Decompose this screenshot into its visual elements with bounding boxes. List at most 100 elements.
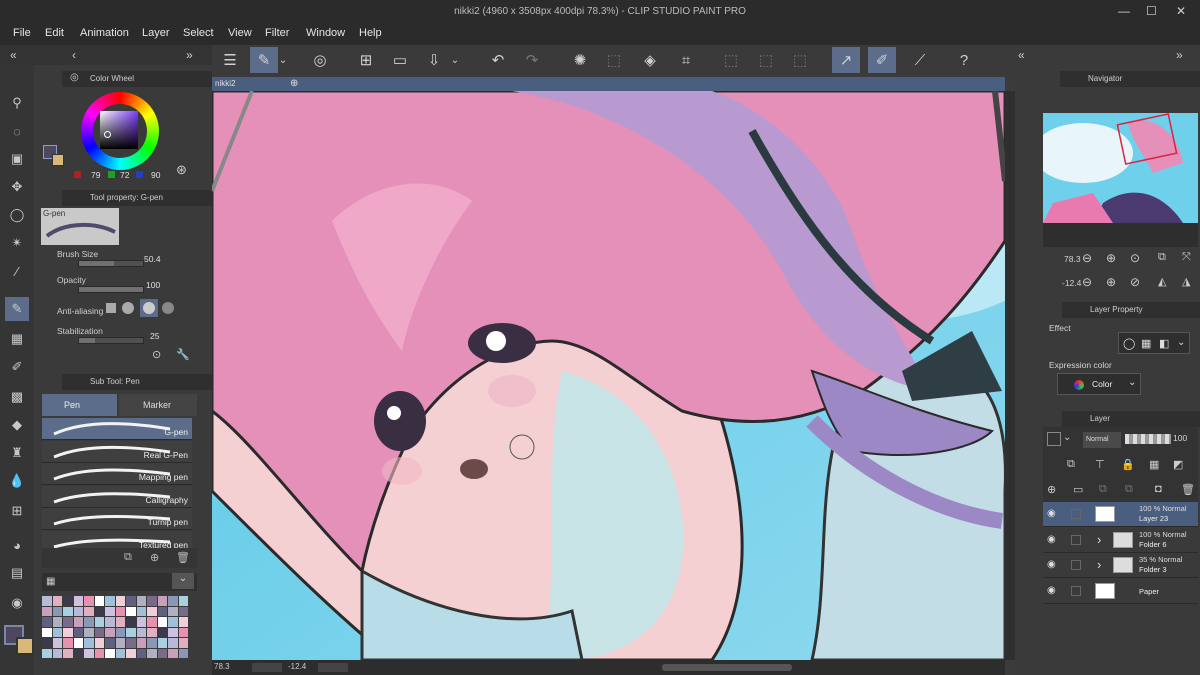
palette-swatch[interactable] [42,617,52,627]
expand-folder-icon[interactable]: › [1097,557,1101,572]
palette-swatch[interactable] [94,606,104,616]
brush-size-value[interactable]: 50.4 [144,254,161,264]
palette-swatch[interactable] [63,638,73,648]
fit-window-icon[interactable]: ⤧ [1182,251,1191,264]
palette-swatch[interactable] [105,606,115,616]
layer-color-effect-icon[interactable]: ◧ [1159,337,1169,350]
combine-down-icon[interactable]: ⧉ [1125,483,1133,496]
pen-tool-icon[interactable]: ✎ [5,297,29,321]
visibility-eye-icon[interactable]: ◉ [1047,534,1056,545]
airbrush-tool-icon[interactable]: ▩ [5,385,29,409]
palette-swatch[interactable] [84,617,94,627]
nav-rotation-value[interactable]: -12.4 [1062,278,1081,288]
drawing-canvas[interactable] [212,91,1005,660]
palette-swatch[interactable] [42,648,52,658]
palette-swatch[interactable] [105,648,115,658]
sub-tool-item[interactable]: G-pen [42,418,192,440]
palette-swatch[interactable] [157,606,167,616]
flip-horizontal-icon[interactable]: ⧉ [1158,251,1166,264]
gradient-tool-icon[interactable]: ▤ [5,561,29,585]
palette-swatch[interactable] [94,596,104,606]
chevron-left-icon[interactable]: ‹ [72,48,76,62]
layer-row[interactable]: ◉ 100 % Normal Layer 23 [1043,502,1198,527]
palette-swatch[interactable] [52,627,62,637]
sub-tool-item[interactable]: Textured pen [42,530,192,548]
palette-swatch[interactable] [126,648,136,658]
aa-weak[interactable] [122,302,134,314]
palette-swatch[interactable] [84,648,94,658]
palette-swatch[interactable] [115,627,125,637]
border-effect-icon[interactable]: ◯ [1123,337,1135,350]
expand-folder-icon[interactable]: › [1097,532,1101,547]
palette-swatch[interactable] [63,617,73,627]
palette-swatch[interactable] [105,627,115,637]
palette-swatch[interactable] [115,648,125,658]
layer-lock-toggle[interactable] [1071,560,1081,570]
palette-swatch[interactable] [52,596,62,606]
palette-swatch[interactable] [157,627,167,637]
color-wheel-tab-icon[interactable]: ◎ [70,72,79,83]
palette-swatch[interactable] [136,596,146,606]
palette-swatch[interactable] [147,648,157,658]
move-tool-icon[interactable]: ✥ [5,175,29,199]
transform-icon[interactable]: ⌗ [672,47,700,73]
palette-swatch[interactable] [157,617,167,627]
palette-swatch[interactable] [94,617,104,627]
rotation-slider[interactable] [318,663,348,672]
expand-right-dock-icon[interactable]: « [1018,48,1025,62]
color-mode-icon[interactable]: ⊛ [176,162,187,178]
transfer-down-icon[interactable]: ⧉ [1099,483,1107,496]
menu-help[interactable]: Help [359,27,382,39]
palette-swatch[interactable] [73,648,83,658]
palette-swatch[interactable] [73,638,83,648]
menu-select[interactable]: Select [183,27,214,39]
palette-swatch[interactable] [115,606,125,616]
aa-none[interactable] [106,303,116,313]
palette-swatch[interactable] [136,648,146,658]
palette-swatch[interactable] [42,627,52,637]
minimize-button[interactable]: — [1118,4,1130,18]
palette-swatch[interactable] [73,606,83,616]
magic-wand-icon[interactable]: ✴ [5,231,29,255]
palette-swatch[interactable] [168,638,178,648]
palette-swatch[interactable] [178,596,188,606]
tab-pen[interactable]: Pen [42,394,117,416]
palette-swatch[interactable] [63,627,73,637]
palette-swatch[interactable] [84,596,94,606]
palette-swatch[interactable] [147,638,157,648]
effect-selector[interactable]: ◯ ▦ ◧ ⌄ [1118,332,1190,354]
layer-row[interactable]: ◉ › 35 % Normal Folder 3 [1043,553,1198,578]
canvas-tab[interactable]: nikki2 ⊕ [212,77,1005,91]
menu-edit[interactable]: Edit [45,27,64,39]
flip-icon[interactable]: ◮ [1182,275,1190,288]
lasso-tool-icon[interactable]: ◯ [5,203,29,227]
palette-swatch[interactable] [73,596,83,606]
layer-lock-toggle[interactable] [1071,509,1081,519]
snap-special-ruler-icon[interactable]: ✐ [868,47,896,73]
clip-layer-icon[interactable]: ⧉ [1067,458,1075,471]
palette-swatch[interactable] [178,617,188,627]
menu-icon[interactable]: ☰ [216,47,244,73]
palette-swatch[interactable] [84,627,94,637]
deselect-icon[interactable]: ⬚ [717,47,745,73]
select-all-icon[interactable]: ⬚ [786,47,814,73]
layer-color-dropdown-icon[interactable]: ⌄ [1063,432,1071,443]
sub-color-swatch[interactable] [16,637,34,655]
save-icon[interactable]: ⇩ [420,47,448,73]
opacity-slider[interactable] [78,286,144,293]
tool-settings-icon[interactable]: ⊙ [152,348,161,361]
zoom-tool-icon[interactable]: ⚲ [5,91,29,115]
rotate-left-icon[interactable]: ⊖ [1082,275,1092,289]
palette-swatch[interactable] [126,638,136,648]
palette-swatch[interactable] [115,638,125,648]
fill-tool-icon[interactable]: ◕ [5,533,29,557]
palette-swatch[interactable] [168,596,178,606]
menu-filter[interactable]: Filter [265,27,289,39]
collapse-right-dock-icon[interactable]: » [1176,48,1183,62]
zoom-in-icon[interactable]: ⊕ [1106,251,1116,265]
sub-tool-item[interactable]: Calligraphy [42,485,192,508]
palette-swatch[interactable] [147,617,157,627]
visibility-eye-icon[interactable]: ◉ [1047,559,1056,570]
palette-swatch[interactable] [136,638,146,648]
menu-file[interactable]: File [13,27,31,39]
